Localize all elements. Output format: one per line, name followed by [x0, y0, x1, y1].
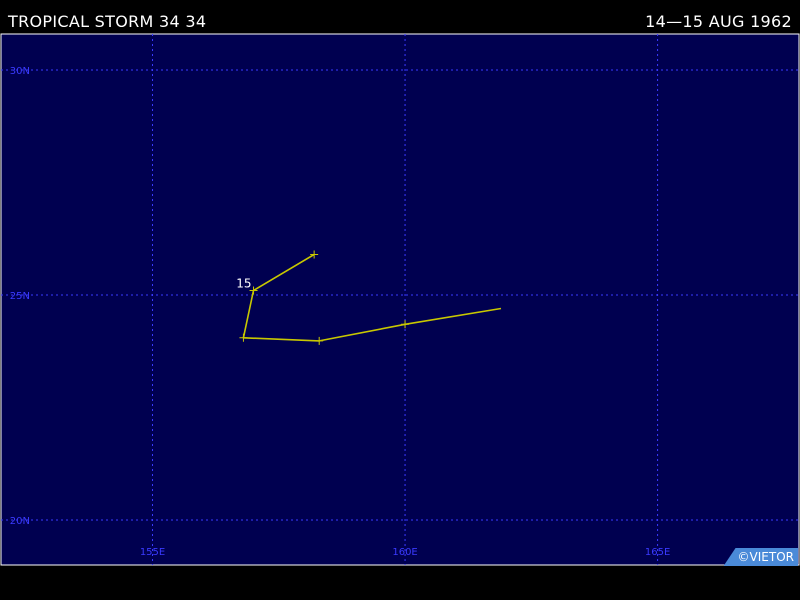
map-background [0, 33, 800, 566]
lat-label: 25N [10, 291, 30, 302]
credit-badge: ©VIETOR [723, 548, 798, 566]
lon-label: 155E [140, 547, 165, 558]
lon-label: 160E [392, 547, 417, 558]
track-map: 30N 25N 20N 155E 160E 165E 15 [0, 33, 800, 566]
day-label: 15 [236, 277, 251, 291]
storm-track-page: TROPICAL STORM 34 34 14—15 AUG 1962 30N 2… [0, 0, 800, 600]
lat-label: 30N [10, 66, 30, 77]
lon-label: 165E [645, 547, 670, 558]
lat-label: 20N [10, 516, 30, 527]
